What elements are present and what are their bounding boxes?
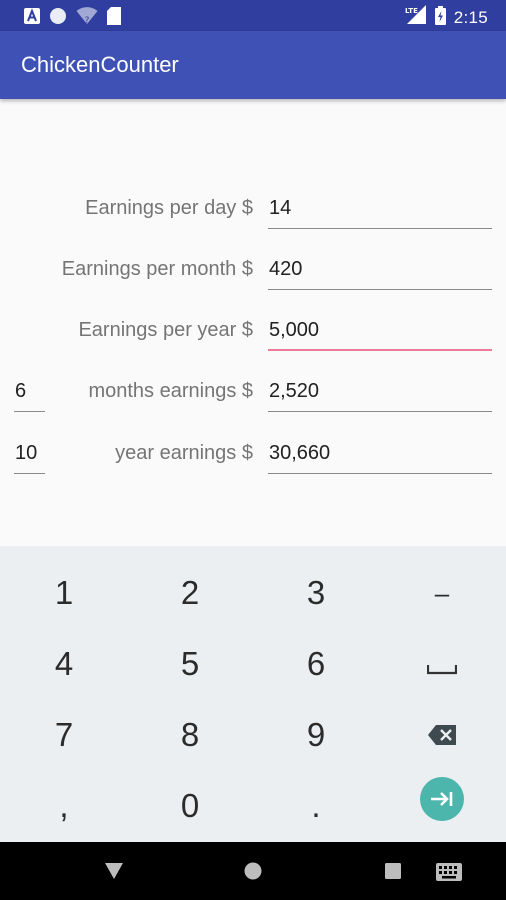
year-earnings-label: year earnings $: [115, 442, 253, 464]
months-earnings-row: 6 months earnings $ 2,520: [0, 368, 506, 414]
numeric-keyboard: 1 2 3 – 4 5 6 7 8 9 , 0 .: [0, 546, 506, 842]
earnings-per-day-label: Earnings per day $: [85, 197, 253, 219]
key-comma[interactable]: ,: [1, 771, 127, 841]
key-space[interactable]: [379, 629, 505, 699]
months-earnings-value: 2,520: [269, 380, 320, 402]
key-backspace[interactable]: [379, 700, 505, 770]
wifi-unknown-icon: ?: [76, 7, 98, 30]
year-earnings-row: 10 year earnings $ 30,660: [0, 430, 506, 476]
earnings-per-year-value: 5,000: [269, 319, 320, 341]
svg-text:LTE: LTE: [405, 7, 418, 15]
home-circle-icon[interactable]: [244, 862, 262, 885]
year-earnings-value: 30,660: [269, 442, 331, 464]
app-title: ChickenCounter: [21, 52, 179, 77]
key-4[interactable]: 4: [1, 629, 127, 699]
months-earnings-label: months earnings $: [88, 380, 253, 402]
navigation-bar: [0, 842, 506, 900]
key-0[interactable]: 0: [127, 771, 253, 841]
earnings-per-month-value: 420: [269, 258, 303, 280]
key-8[interactable]: 8: [127, 700, 253, 770]
years-count-value: 10: [15, 442, 38, 464]
battery-charging-icon: [434, 5, 446, 30]
status-clock: 2:15: [453, 7, 488, 27]
key-6[interactable]: 6: [253, 629, 379, 699]
earnings-per-month-field[interactable]: 420: [268, 250, 492, 290]
circle-notification-icon: [49, 7, 67, 30]
recents-square-icon[interactable]: [385, 863, 401, 884]
key-5[interactable]: 5: [127, 629, 253, 699]
status-bar: ? LTE 2:15: [0, 0, 506, 31]
earnings-per-month-label: Earnings per month $: [61, 258, 253, 280]
earnings-per-month-row: Earnings per month $ 420: [0, 246, 506, 292]
sd-card-icon: [107, 7, 121, 30]
earnings-per-year-label: Earnings per year $: [78, 319, 253, 341]
key-7[interactable]: 7: [1, 700, 127, 770]
earnings-per-day-field[interactable]: 14: [268, 189, 492, 229]
keyboard-switch-icon[interactable]: [436, 863, 462, 886]
key-2[interactable]: 2: [127, 558, 253, 628]
a-notification-icon: [24, 8, 40, 29]
months-count-field[interactable]: 6: [14, 372, 45, 412]
status-notifications: ?: [24, 7, 121, 30]
key-tab-next[interactable]: [379, 764, 505, 834]
key-minus[interactable]: –: [379, 558, 505, 628]
space-key-icon: [426, 645, 458, 683]
earnings-per-day-row: Earnings per day $ 14: [0, 185, 506, 231]
year-earnings-field[interactable]: 30,660: [268, 434, 492, 474]
earnings-per-year-field[interactable]: 5,000: [268, 311, 492, 351]
key-period[interactable]: .: [253, 771, 379, 841]
earnings-per-day-value: 14: [269, 197, 292, 219]
key-9[interactable]: 9: [253, 700, 379, 770]
status-system: LTE 2:15: [403, 5, 488, 30]
earnings-form: Earnings per day $ 14 Earnings per month…: [0, 99, 506, 546]
key-1[interactable]: 1: [1, 558, 127, 628]
backspace-icon: [427, 716, 457, 754]
months-earnings-field[interactable]: 2,520: [268, 372, 492, 412]
months-count-value: 6: [15, 380, 27, 402]
tab-next-icon: [420, 777, 464, 821]
earnings-per-year-row: Earnings per year $ 5,000: [0, 307, 506, 353]
app-bar: ChickenCounter: [0, 31, 506, 99]
svg-text:?: ?: [85, 16, 90, 25]
key-3[interactable]: 3: [253, 558, 379, 628]
years-count-field[interactable]: 10: [14, 434, 45, 474]
back-triangle-icon[interactable]: [104, 862, 124, 885]
lte-signal-icon: LTE: [403, 5, 427, 30]
